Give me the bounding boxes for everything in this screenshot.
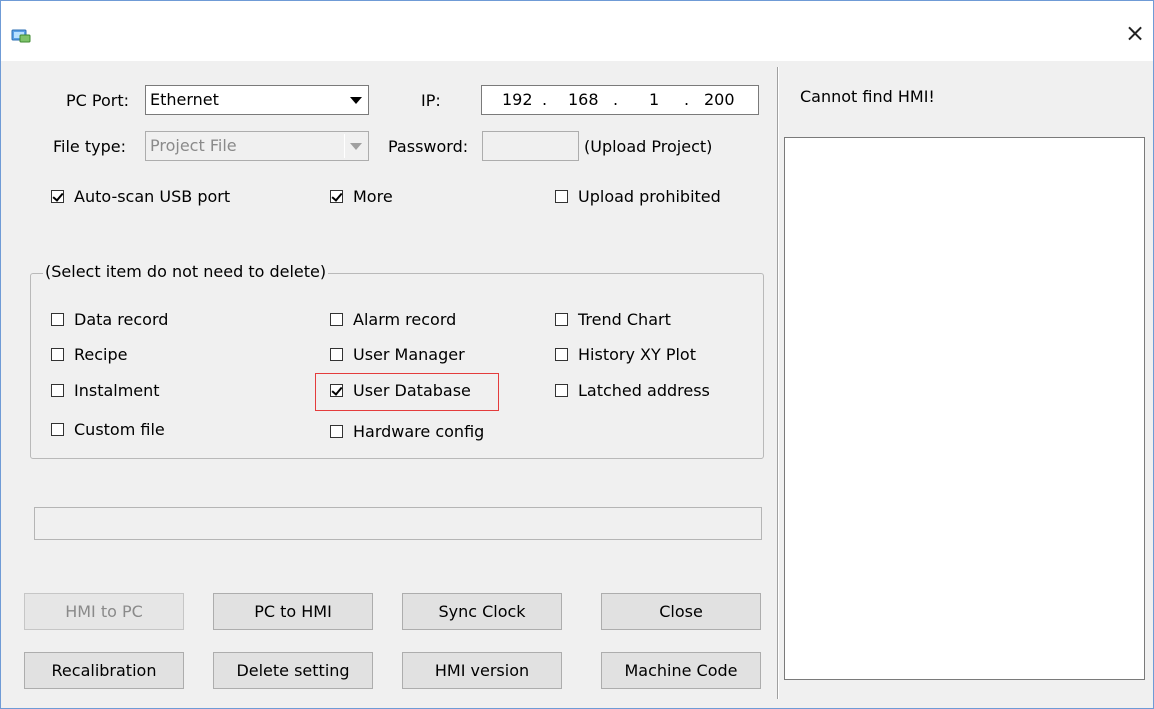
hardware-config-checkbox[interactable]: Hardware config bbox=[330, 422, 484, 441]
auto-scan-usb-checkbox[interactable]: Auto-scan USB port bbox=[51, 187, 230, 206]
ip-dot: . bbox=[684, 90, 690, 109]
ip-dot: . bbox=[613, 90, 619, 109]
data-record-label: Data record bbox=[74, 310, 169, 329]
password-label: Password: bbox=[388, 137, 469, 156]
checkbox-box[interactable] bbox=[330, 190, 343, 203]
status-text: Cannot find HMI! bbox=[800, 87, 935, 106]
alarm-record-checkbox[interactable]: Alarm record bbox=[330, 310, 456, 329]
upload-download-dialog: × PC Port: Ethernet IP: 192 . 168 . 1 . … bbox=[0, 0, 1154, 709]
recipe-label: Recipe bbox=[74, 345, 128, 364]
checkbox-box[interactable] bbox=[330, 384, 343, 397]
hardware-config-label: Hardware config bbox=[353, 422, 485, 441]
checkbox-box[interactable] bbox=[51, 348, 64, 361]
checkbox-box[interactable] bbox=[51, 190, 64, 203]
latched-address-label: Latched address bbox=[578, 381, 710, 400]
ip-octet-3: 1 bbox=[649, 90, 660, 109]
password-field[interactable] bbox=[482, 131, 579, 161]
vertical-divider bbox=[777, 67, 779, 699]
checkbox-box[interactable] bbox=[555, 313, 568, 326]
close-button[interactable]: Close bbox=[601, 593, 761, 630]
more-checkbox[interactable]: More bbox=[330, 187, 393, 206]
file-type-label: File type: bbox=[53, 137, 126, 156]
alarm-record-label: Alarm record bbox=[353, 310, 457, 329]
history-xy-plot-checkbox[interactable]: History XY Plot bbox=[555, 345, 696, 364]
recipe-checkbox[interactable]: Recipe bbox=[51, 345, 127, 364]
title-bar: × bbox=[1, 1, 1153, 61]
trend-chart-checkbox[interactable]: Trend Chart bbox=[555, 310, 671, 329]
checkbox-box[interactable] bbox=[330, 425, 343, 438]
checkbox-box[interactable] bbox=[51, 423, 64, 436]
instalment-label: Instalment bbox=[74, 381, 160, 400]
pc-port-label: PC Port: bbox=[66, 91, 130, 110]
checkbox-box[interactable] bbox=[330, 348, 343, 361]
data-record-checkbox[interactable]: Data record bbox=[51, 310, 168, 329]
instalment-checkbox[interactable]: Instalment bbox=[51, 381, 160, 400]
password-note: (Upload Project) bbox=[584, 137, 713, 156]
checkbox-box[interactable] bbox=[555, 190, 568, 203]
file-type-value: Project File bbox=[150, 136, 237, 155]
delete-setting-button[interactable]: Delete setting bbox=[213, 652, 373, 689]
delete-options-title: (Select item do not need to delete) bbox=[43, 262, 329, 281]
custom-file-checkbox[interactable]: Custom file bbox=[51, 420, 165, 439]
app-icon bbox=[11, 29, 31, 43]
custom-file-label: Custom file bbox=[74, 420, 165, 439]
hmi-version-button[interactable]: HMI version bbox=[402, 652, 562, 689]
ip-dot: . bbox=[542, 90, 548, 109]
checkbox-box[interactable] bbox=[330, 313, 343, 326]
file-type-select[interactable]: Project File bbox=[145, 131, 369, 161]
pc-port-select[interactable]: Ethernet bbox=[145, 85, 369, 115]
history-xy-plot-label: History XY Plot bbox=[578, 345, 696, 364]
hmi-list-panel[interactable] bbox=[784, 137, 1145, 680]
hmi-to-pc-button[interactable]: HMI to PC bbox=[24, 593, 184, 630]
latched-address-checkbox[interactable]: Latched address bbox=[555, 381, 710, 400]
more-label: More bbox=[353, 187, 393, 206]
ip-octet-2: 168 bbox=[568, 90, 599, 109]
checkbox-box[interactable] bbox=[555, 348, 568, 361]
close-icon[interactable]: × bbox=[1121, 19, 1149, 47]
auto-scan-usb-label: Auto-scan USB port bbox=[74, 187, 231, 206]
ip-octet-1: 192 bbox=[502, 90, 533, 109]
chevron-down-icon[interactable] bbox=[344, 88, 366, 112]
user-manager-label: User Manager bbox=[353, 345, 465, 364]
user-manager-checkbox[interactable]: User Manager bbox=[330, 345, 465, 364]
machine-code-button[interactable]: Machine Code bbox=[601, 652, 761, 689]
user-database-label: User Database bbox=[353, 381, 471, 400]
ip-address-field[interactable]: 192 . 168 . 1 . 200 bbox=[481, 85, 759, 115]
pc-port-value: Ethernet bbox=[150, 90, 219, 109]
upload-prohibited-label: Upload prohibited bbox=[578, 187, 721, 206]
recalibration-button[interactable]: Recalibration bbox=[24, 652, 184, 689]
checkbox-box[interactable] bbox=[51, 384, 64, 397]
chevron-down-icon[interactable] bbox=[344, 134, 366, 158]
upload-prohibited-checkbox[interactable]: Upload prohibited bbox=[555, 187, 721, 206]
sync-clock-button[interactable]: Sync Clock bbox=[402, 593, 562, 630]
trend-chart-label: Trend Chart bbox=[578, 310, 671, 329]
checkbox-box[interactable] bbox=[51, 313, 64, 326]
ip-octet-4: 200 bbox=[704, 90, 735, 109]
progress-bar bbox=[34, 507, 762, 540]
ip-label: IP: bbox=[421, 91, 441, 110]
user-database-checkbox[interactable]: User Database bbox=[330, 381, 471, 400]
pc-to-hmi-button[interactable]: PC to HMI bbox=[213, 593, 373, 630]
checkbox-box[interactable] bbox=[555, 384, 568, 397]
